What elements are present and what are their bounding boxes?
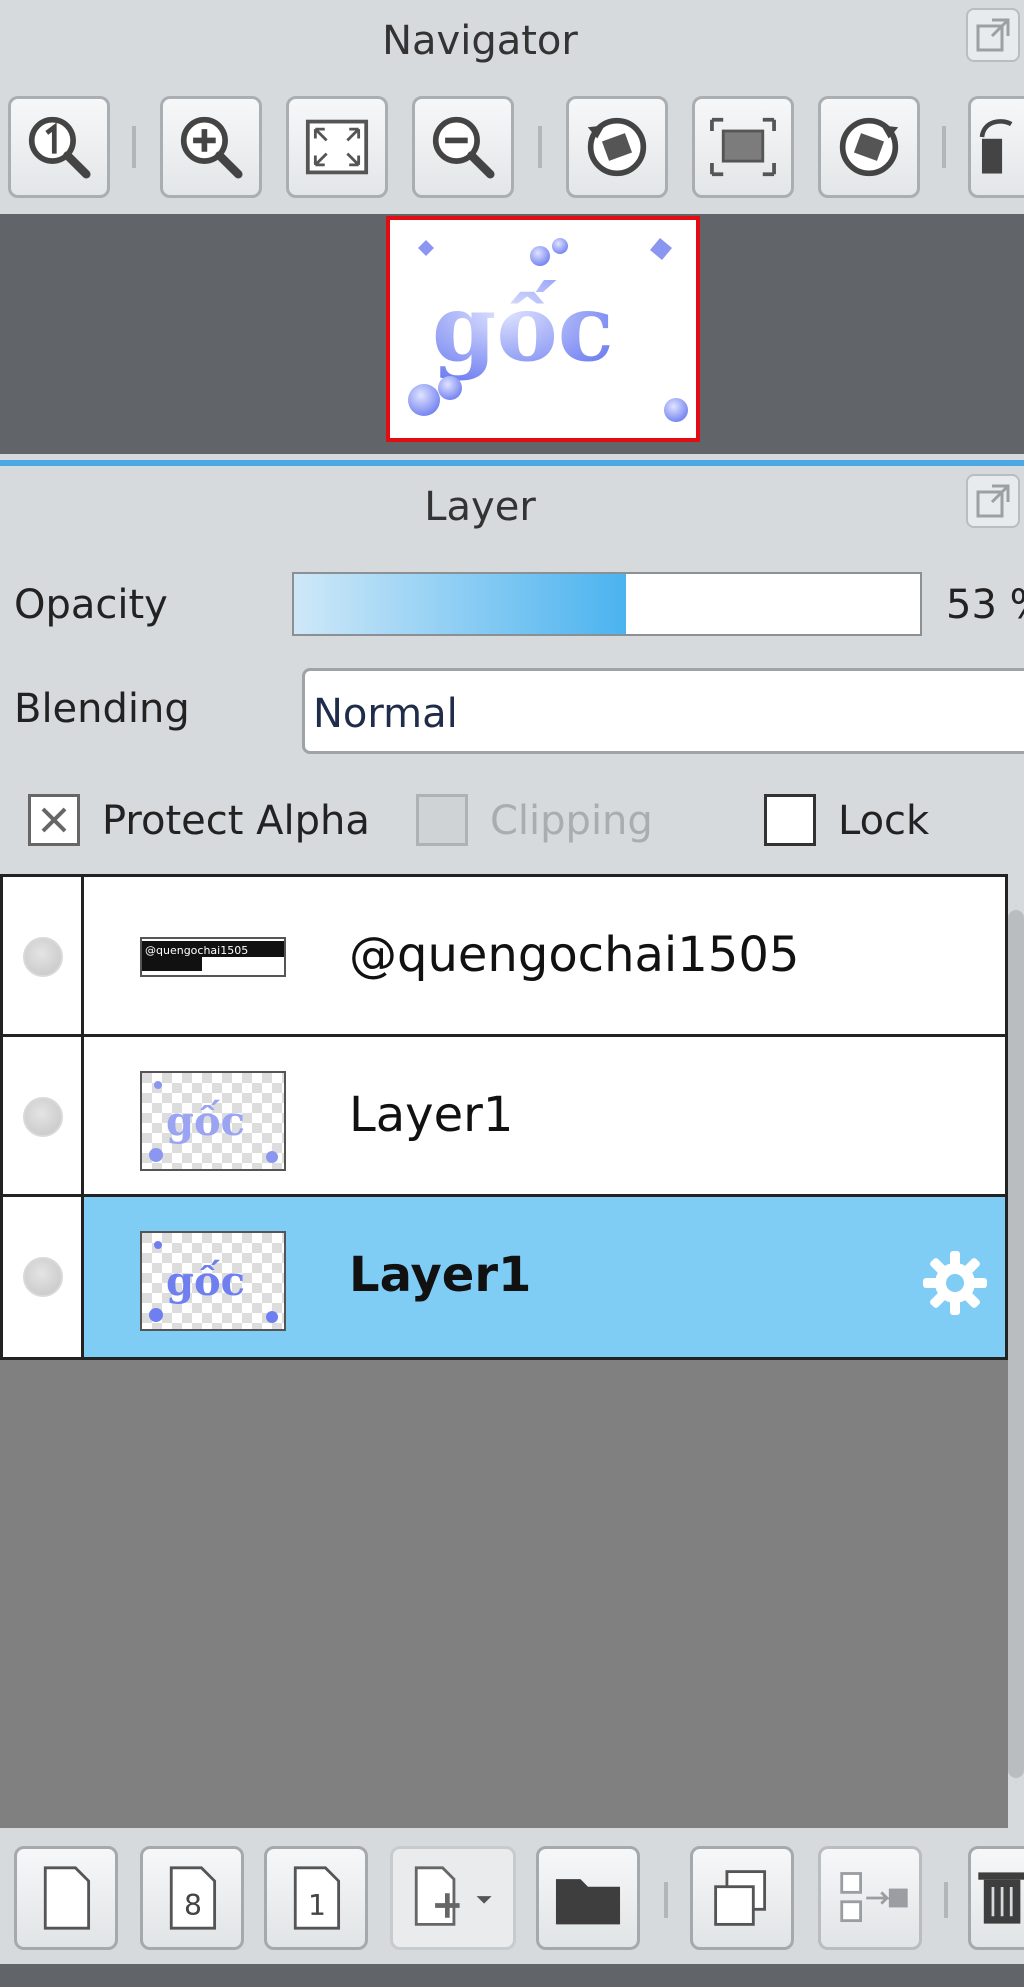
svg-text:gốc: gốc bbox=[166, 1258, 245, 1305]
toolbar-separator bbox=[942, 126, 946, 168]
merge-down-button[interactable] bbox=[818, 1846, 922, 1950]
new-8bit-layer-icon: 8 bbox=[169, 1866, 217, 1930]
toolbar-separator bbox=[944, 1882, 948, 1918]
gear-icon[interactable] bbox=[917, 1245, 993, 1321]
visibility-dot-icon bbox=[23, 1257, 63, 1297]
new-layer-button[interactable] bbox=[14, 1846, 118, 1950]
layer-thumbnail-art: gốc bbox=[142, 1233, 284, 1329]
zoom-out-icon bbox=[432, 116, 495, 179]
fit-to-screen-button[interactable] bbox=[286, 96, 388, 198]
toolbar-separator bbox=[132, 126, 136, 168]
layer-thumbnail: gốc bbox=[140, 1231, 286, 1331]
text-layer-thumbnail-art: @quengochai1505 bbox=[142, 941, 284, 971]
layer-list: @quengochai1505 @quengochai1505 gốc Laye… bbox=[0, 874, 1008, 1360]
lock-checkbox[interactable] bbox=[764, 794, 816, 846]
layer-popout-button[interactable] bbox=[966, 474, 1020, 528]
lock-label: Lock bbox=[838, 798, 930, 844]
svg-text:8: 8 bbox=[184, 1889, 202, 1922]
popout-icon bbox=[976, 18, 1010, 52]
zoom-in-button[interactable] bbox=[160, 96, 262, 198]
svg-text:@quengochai1505: @quengochai1505 bbox=[145, 944, 248, 957]
layer-name: Layer1 bbox=[349, 1247, 532, 1303]
clipping-checkbox[interactable] bbox=[416, 794, 468, 846]
opacity-label: Opacity bbox=[14, 582, 168, 628]
add-layer-dropdown-button[interactable] bbox=[390, 1846, 516, 1950]
layer-thumbnail: gốc bbox=[140, 1071, 286, 1171]
layer-list-scrollbar[interactable] bbox=[1008, 910, 1024, 1778]
layer-list-empty-area bbox=[0, 1360, 1008, 1828]
protect-alpha-label: Protect Alpha bbox=[102, 798, 370, 844]
checkbox-x-icon bbox=[41, 807, 67, 833]
layer-visibility-toggle[interactable] bbox=[3, 1037, 84, 1194]
add-layer-dropdown-icon bbox=[414, 1866, 492, 1926]
popout-icon bbox=[976, 484, 1010, 518]
layer-name: @quengochai1505 bbox=[349, 927, 800, 983]
rotate-left-button[interactable] bbox=[566, 96, 668, 198]
delete-layer-icon bbox=[978, 1872, 1024, 1924]
new-folder-icon bbox=[555, 1879, 621, 1925]
new-layer-icon bbox=[43, 1866, 91, 1930]
blending-label: Blending bbox=[14, 686, 190, 732]
duplicate-layer-button[interactable] bbox=[690, 1846, 794, 1950]
merge-down-icon bbox=[840, 1872, 908, 1923]
toolbar-separator bbox=[538, 126, 542, 168]
layer-panel-title: Layer bbox=[424, 484, 536, 530]
reset-view-icon bbox=[710, 117, 776, 177]
navigator-title: Navigator bbox=[382, 18, 578, 64]
layer-row[interactable]: gốc Layer1 bbox=[3, 1037, 1005, 1197]
visibility-dot-icon bbox=[23, 937, 63, 977]
reset-view-button[interactable] bbox=[692, 96, 794, 198]
blending-mode-value: Normal bbox=[313, 691, 458, 737]
zoom-out-button[interactable] bbox=[412, 96, 514, 198]
clipping-label: Clipping bbox=[490, 798, 653, 844]
layer-visibility-toggle[interactable] bbox=[3, 1197, 84, 1357]
layer-thumbnail-art: gốc bbox=[142, 1073, 284, 1169]
navigator-canvas-thumbnail[interactable]: gốc bbox=[386, 216, 700, 442]
opacity-slider-fill bbox=[294, 574, 626, 634]
duplicate-layer-icon bbox=[714, 1870, 767, 1926]
visibility-dot-icon bbox=[23, 1097, 63, 1137]
delete-layer-button[interactable] bbox=[968, 1846, 1024, 1950]
protect-alpha-checkbox[interactable] bbox=[28, 794, 80, 846]
layer-visibility-toggle[interactable] bbox=[3, 877, 84, 1034]
svg-text:gốc: gốc bbox=[432, 274, 614, 382]
flip-button[interactable] bbox=[968, 96, 1024, 198]
layer-row[interactable]: @quengochai1505 @quengochai1505 bbox=[3, 877, 1005, 1037]
new-folder-button[interactable] bbox=[536, 1846, 640, 1950]
new-1bit-layer-icon: 1 bbox=[293, 1866, 341, 1930]
new-8bit-layer-button[interactable]: 8 bbox=[140, 1846, 244, 1950]
layer-thumbnail: @quengochai1505 bbox=[140, 937, 286, 977]
opacity-value: 53 % bbox=[946, 582, 1024, 628]
toolbar-separator bbox=[664, 1882, 668, 1918]
rotate-right-button[interactable] bbox=[818, 96, 920, 198]
svg-text:1: 1 bbox=[308, 1889, 326, 1922]
artwork-preview: gốc bbox=[408, 238, 688, 422]
blending-mode-select[interactable]: Normal bbox=[302, 668, 1024, 754]
bottom-status-strip bbox=[0, 1964, 1024, 1987]
svg-text:gốc: gốc bbox=[166, 1098, 245, 1145]
rotate-left-icon bbox=[587, 117, 647, 177]
rotate-right-icon bbox=[839, 117, 899, 177]
fit-to-screen-icon bbox=[305, 119, 369, 175]
zoom-actual-size-icon bbox=[28, 116, 91, 179]
zoom-actual-size-button[interactable] bbox=[8, 96, 110, 198]
new-1bit-layer-button[interactable]: 1 bbox=[264, 1846, 368, 1950]
navigator-popout-button[interactable] bbox=[966, 8, 1020, 62]
zoom-in-icon bbox=[180, 116, 243, 179]
layer-name: Layer1 bbox=[349, 1087, 514, 1143]
layer-row-selected[interactable]: gốc Layer1 bbox=[3, 1197, 1005, 1357]
flip-icon bbox=[979, 119, 1013, 174]
opacity-slider[interactable] bbox=[292, 572, 922, 636]
